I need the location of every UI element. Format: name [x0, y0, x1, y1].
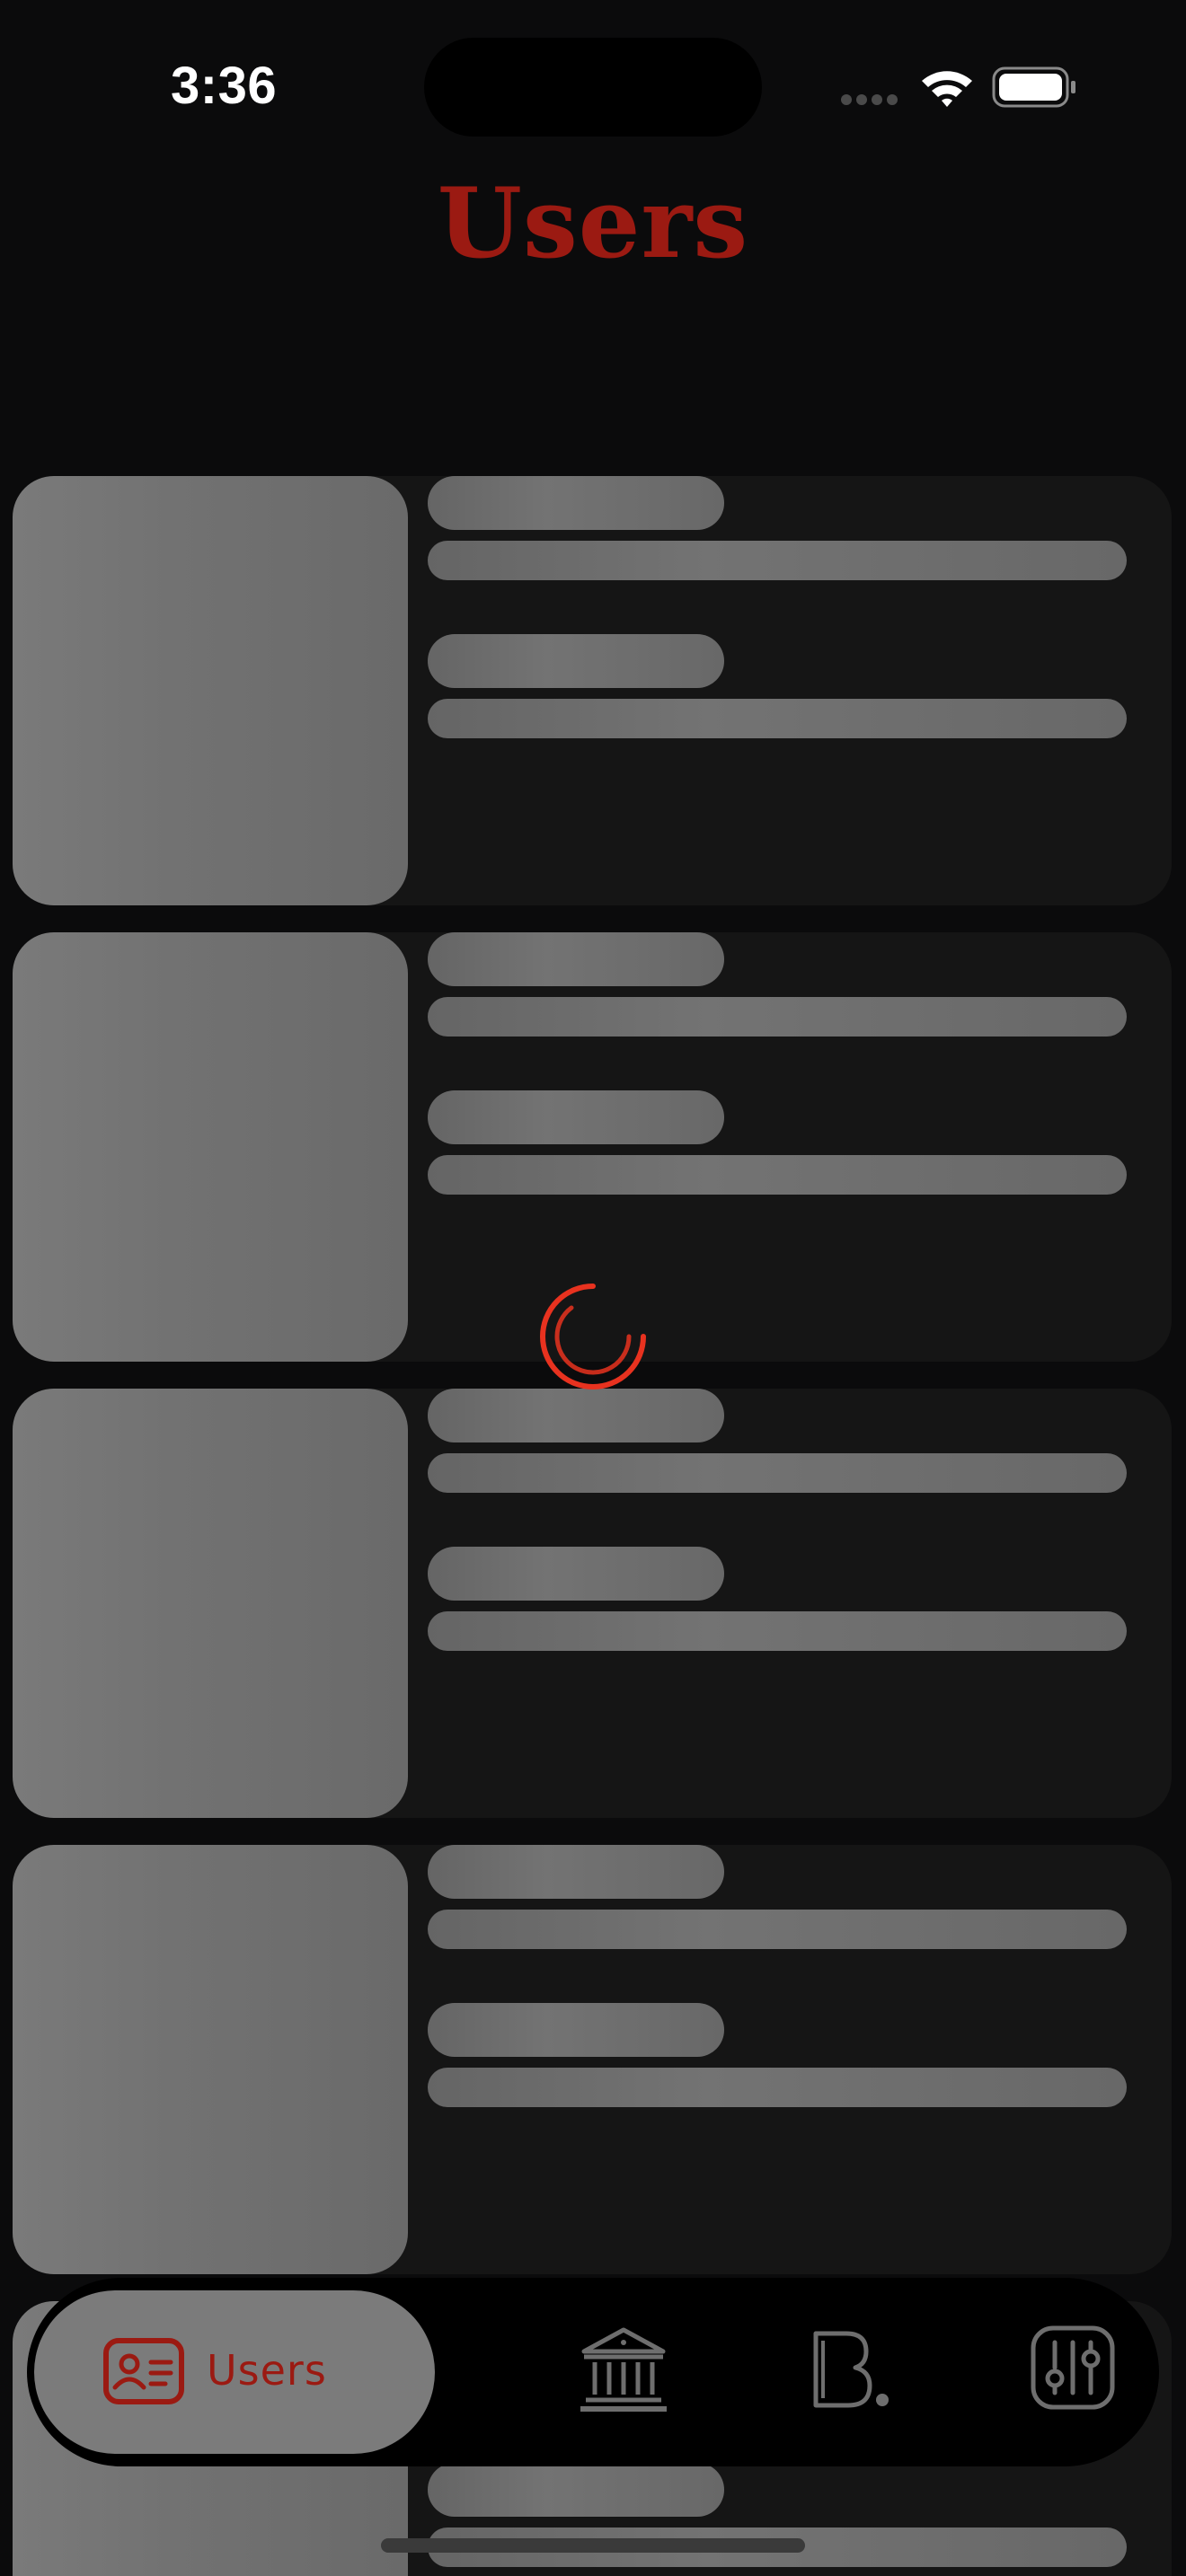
- text-placeholder: [428, 634, 724, 688]
- text-placeholder: [428, 1547, 724, 1601]
- avatar-placeholder: [13, 1845, 408, 2274]
- text-placeholder: [428, 476, 724, 530]
- wifi-icon: [918, 66, 976, 114]
- text-placeholder: [428, 1090, 724, 1144]
- text-placeholder: [428, 2068, 1127, 2107]
- text-placeholder: [428, 541, 1127, 580]
- b-logo-icon: [803, 2331, 893, 2420]
- user-card-skeleton: [13, 476, 1172, 905]
- battery-icon: [992, 66, 1078, 114]
- text-placeholder: [428, 2003, 724, 2057]
- tab-users[interactable]: Users: [34, 2290, 435, 2454]
- cellular-signal-icon: [841, 93, 902, 110]
- user-card-icon: [102, 2337, 185, 2410]
- tab-bar: Users: [27, 2278, 1159, 2466]
- tab-settings[interactable]: [1028, 2323, 1118, 2417]
- user-card-skeleton: [13, 1389, 1172, 1818]
- avatar-placeholder: [13, 932, 408, 1362]
- text-placeholder: [428, 1910, 1127, 1949]
- tab-brand[interactable]: [803, 2323, 893, 2421]
- text-placeholder: [428, 699, 1127, 738]
- sliders-icon: [1028, 2325, 1118, 2416]
- tab-bank[interactable]: [577, 2323, 670, 2421]
- text-placeholder: [428, 2463, 724, 2517]
- page-title: Users: [437, 167, 749, 280]
- tab-users-label: Users: [207, 2346, 327, 2395]
- text-placeholder: [428, 1611, 1127, 1651]
- avatar-placeholder: [13, 1389, 408, 1818]
- status-time: 3:36: [171, 57, 278, 115]
- text-placeholder: [428, 1845, 724, 1899]
- dynamic-island: [424, 38, 762, 137]
- loading-spinner-icon: [535, 1279, 651, 1398]
- text-placeholder: [428, 1453, 1127, 1493]
- bank-icon: [577, 2327, 670, 2420]
- avatar-placeholder: [13, 476, 408, 905]
- home-indicator[interactable]: [381, 2538, 805, 2553]
- text-placeholder: [428, 997, 1127, 1037]
- user-card-skeleton: [13, 1845, 1172, 2274]
- text-placeholder: [428, 932, 724, 986]
- text-placeholder: [428, 1155, 1127, 1195]
